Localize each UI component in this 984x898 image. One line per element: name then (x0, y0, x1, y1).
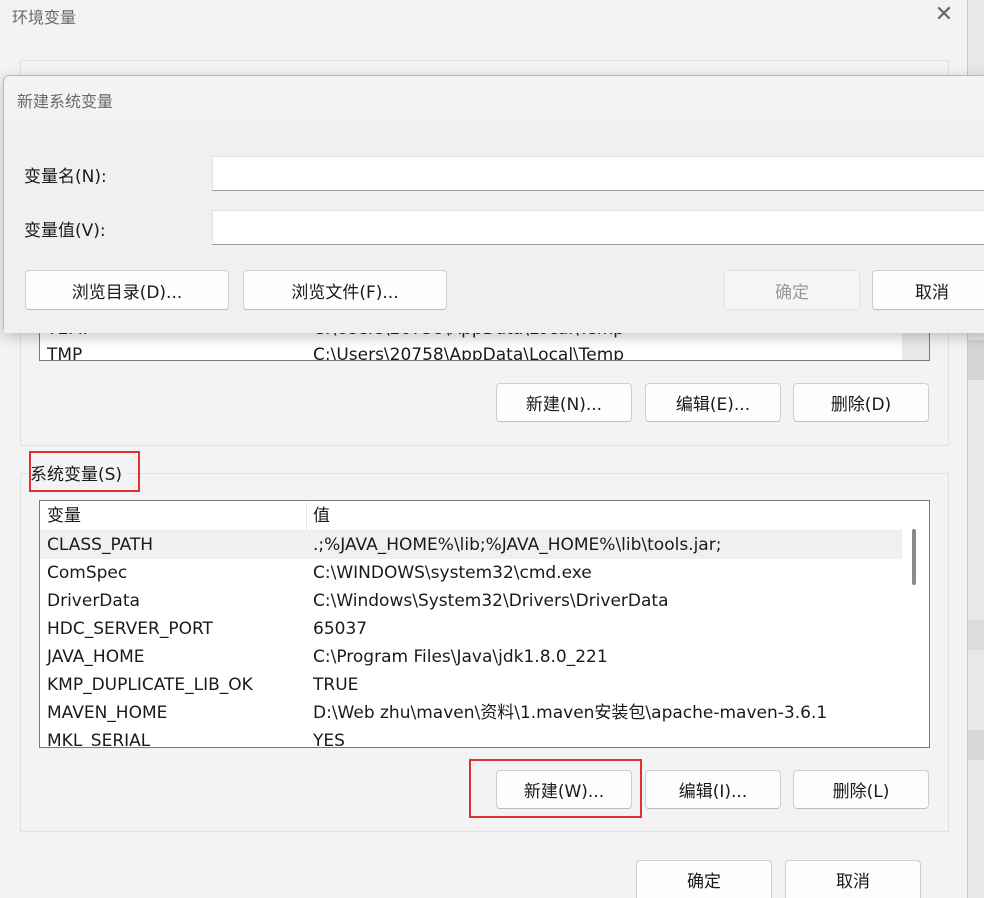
variable-value: TRUE (313, 675, 359, 695)
table-row[interactable]: JAVA_HOME C:\Program Files\Java\jdk1.8.0… (40, 643, 902, 671)
variable-name: MAVEN_HOME (47, 703, 168, 723)
column-header-name[interactable]: 变量 (47, 502, 81, 531)
table-row[interactable]: KMP_DUPLICATE_LIB_OK TRUE (40, 671, 902, 699)
dialog-cancel-button[interactable]: 取消 (872, 270, 984, 310)
dialog-body: 变量名(N): 变量值(V): 浏览目录(D)... 浏览文件(F)... 确定… (4, 120, 984, 333)
table-row[interactable]: HDC_SERVER_PORT 65037 (40, 615, 902, 643)
variable-name: MKL_SERIAL (47, 731, 151, 748)
variable-name: TMP (47, 345, 83, 361)
dialog-title: 新建系统变量 (17, 92, 114, 111)
variable-value: C:\Windows\System32\Drivers\DriverData (313, 591, 669, 611)
variable-name: ComSpec (47, 563, 128, 583)
user-delete-button[interactable]: 删除(D) (793, 383, 929, 422)
ok-button[interactable]: 确定 (636, 860, 772, 898)
dialog-titlebar[interactable]: 新建系统变量 (4, 76, 984, 120)
variable-value: C:\Users\20758\AppData\Local\Temp (313, 345, 625, 361)
system-delete-button[interactable]: 删除(L) (793, 770, 929, 809)
highlight-box (469, 759, 642, 818)
variable-value: D:\Web zhu\maven\资料\1.maven安装包\apache-ma… (313, 703, 828, 723)
scrollbar-thumb[interactable] (912, 529, 916, 585)
variable-value: YES (313, 731, 345, 748)
system-variables-list[interactable]: 变量 值 CLASS_PATH .;%JAVA_HOME%\lib;%JAVA_… (39, 500, 930, 748)
table-row[interactable]: MKL_SERIAL YES (40, 727, 902, 748)
scrollbar[interactable] (910, 523, 918, 585)
desktop-fragment (968, 730, 984, 760)
variable-name: DriverData (47, 591, 140, 611)
variable-value: 65037 (313, 619, 368, 639)
variable-name-input[interactable] (212, 156, 984, 191)
variable-name: CLASS_PATH (47, 535, 154, 555)
list-header: 变量 值 (40, 502, 902, 531)
new-system-variable-dialog: 新建系统变量 变量名(N): 变量值(V): 浏览目录(D)... 浏览文件(F… (3, 75, 984, 333)
variable-value: C:\WINDOWS\system32\cmd.exe (313, 563, 592, 583)
variable-name: JAVA_HOME (47, 647, 145, 667)
window-title: 环境变量 (12, 8, 77, 27)
variable-name: HDC_SERVER_PORT (47, 619, 213, 639)
user-new-button[interactable]: 新建(N)... (496, 383, 632, 422)
variable-name: KMP_DUPLICATE_LIB_OK (47, 675, 253, 695)
table-row[interactable]: TMP C:\Users\20758\AppData\Local\Temp (40, 341, 902, 361)
highlight-box (29, 451, 140, 492)
browse-directory-button[interactable]: 浏览目录(D)... (25, 270, 229, 310)
table-row[interactable]: MAVEN_HOME D:\Web zhu\maven\资料\1.maven安装… (40, 699, 902, 727)
variable-name-label: 变量名(N): (24, 167, 107, 187)
browse-file-button[interactable]: 浏览文件(F)... (243, 270, 447, 310)
variable-value: C:\Program Files\Java\jdk1.8.0_221 (313, 647, 608, 667)
table-row[interactable]: CLASS_PATH .;%JAVA_HOME%\lib;%JAVA_HOME%… (40, 531, 902, 559)
variable-value-label: 变量值(V): (24, 221, 106, 241)
dialog-ok-button[interactable]: 确定 (724, 270, 860, 310)
cancel-button[interactable]: 取消 (785, 860, 921, 898)
close-icon[interactable]: ✕ (931, 2, 957, 28)
desktop-fragment (968, 620, 984, 650)
desktop-fragment (968, 340, 984, 380)
column-header-value[interactable]: 值 (313, 502, 330, 531)
system-edit-button[interactable]: 编辑(I)... (645, 770, 781, 809)
user-edit-button[interactable]: 编辑(E)... (645, 383, 781, 422)
table-row[interactable]: ComSpec C:\WINDOWS\system32\cmd.exe (40, 559, 902, 587)
column-divider[interactable] (306, 502, 307, 531)
table-row[interactable]: DriverData C:\Windows\System32\Drivers\D… (40, 587, 902, 615)
variable-value-input[interactable] (212, 210, 984, 245)
variable-value: .;%JAVA_HOME%\lib;%JAVA_HOME%\lib\tools.… (313, 535, 722, 555)
